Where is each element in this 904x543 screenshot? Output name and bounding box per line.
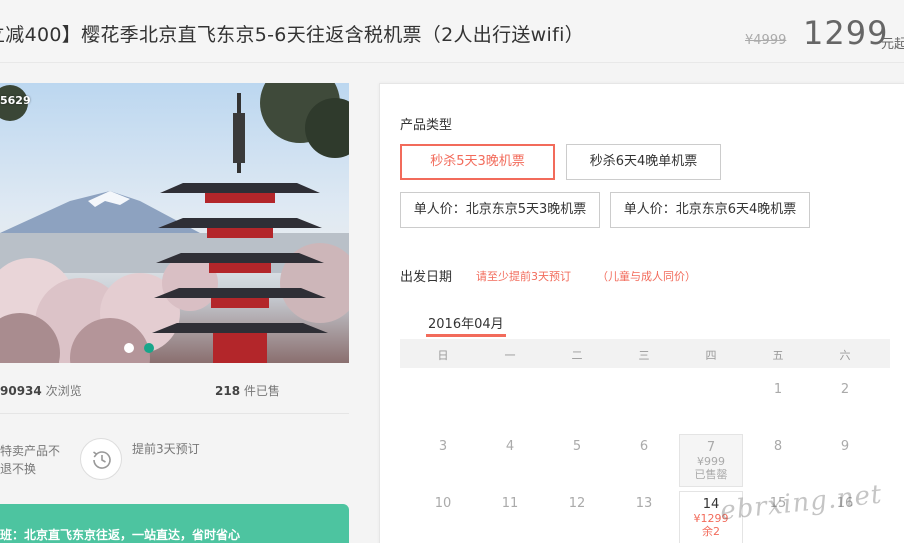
sold-label: 件已售 [243,384,280,398]
original-price: ¥4999 [745,33,787,48]
views-stat: 90934 次浏览 [0,382,82,399]
option-single-5d3n[interactable]: 单人价：北京东京5天3晚机票 [400,192,600,228]
option-single-6d4n[interactable]: 单人价：北京东京6天4晚机票 [610,192,810,228]
product-title: 立减400】樱花季北京直飞东京5-6天往返含税机票（2人出行送wifi） [0,24,584,46]
day-number: 6 [639,439,649,454]
sold-count: 218 [215,384,241,398]
clock-icon-badge [80,438,122,480]
current-price: 1299 [803,14,889,52]
option-flash-6d4n[interactable]: 秒杀6天4晚单机票 [566,144,721,180]
carousel-dot-2-active[interactable] [144,343,154,353]
child-price-notice: （儿童与成人同价） [597,270,696,283]
flight-info-banner: 班：北京直飞东京往返，一站直达，省时省心 [0,504,349,543]
month-tab-underline [426,334,506,337]
advance-notice: 请至少提前3天预订 [476,270,571,283]
weekday-mon: 一 [504,349,516,362]
calendar-day: 1 [746,377,810,430]
calendar-day: 11 [478,491,542,543]
advance-booking-policy: 提前3天预订 [132,442,200,456]
day-status: 已售罄 [694,468,728,481]
pagoda-scene-image [0,83,349,363]
weekday-tue: 二 [571,349,583,362]
calendar-weekday-header: 日 一 二 三 四 五 六 [400,339,890,368]
product-stats: 90934 次浏览 218 件已售 [0,382,349,398]
day-number: 13 [635,496,653,511]
carousel-dot-1[interactable] [124,343,134,353]
day-number: 8 [773,439,783,454]
calendar-day: 5 [545,434,609,487]
price-unit: 元起 [881,37,904,52]
day-price: ¥999 [697,455,725,468]
calendar-day: 8 [746,434,810,487]
image-id-label: 5629 [0,94,31,107]
day-number: 7 [706,440,716,455]
history-clock-icon [93,451,111,469]
no-refund-policy: 特卖产品不退不换 [0,444,61,476]
day-number: 1 [773,382,783,397]
product-image[interactable]: 5629 [0,83,349,363]
views-label: 次浏览 [45,384,82,398]
flight-info-text: 班：北京直飞东京往返，一站直达，省时省心 [0,528,241,542]
calendar-day: 9 [813,434,877,487]
option-flash-5d3n[interactable]: 秒杀5天3晚机票 [400,144,555,180]
calendar-day: 10 [411,491,475,543]
departure-date-label: 出发日期 [400,270,453,285]
day-number: 11 [501,496,519,511]
weekday-sat: 六 [839,349,851,362]
day-number: 10 [434,496,452,511]
calendar-day: 2 [813,377,877,430]
calendar-month-tab[interactable]: 2016年04月 [428,313,504,332]
day-number: 4 [505,439,515,454]
weekday-sun: 日 [437,349,449,362]
product-page: 立减400】樱花季北京直飞东京5-6天往返含税机票（2人出行送wifi） ¥49… [0,0,904,543]
sold-stat: 218 件已售 [215,382,280,399]
divider [0,413,349,414]
day-number: 2 [840,382,850,397]
product-type-label: 产品类型 [400,118,453,133]
weekday-thu: 四 [705,349,717,362]
booking-panel: 产品类型 秒杀5天3晚机票 秒杀6天4晚单机票 单人价：北京东京5天3晚机票 单… [379,83,904,543]
day-number: 5 [572,439,582,454]
views-count: 90934 [0,384,42,398]
day-remaining: 余2 [702,525,720,538]
day-number: 9 [840,439,850,454]
calendar-day: 13 [612,491,676,543]
day-number: 12 [568,496,586,511]
day-number: 3 [438,439,448,454]
weekday-fri: 五 [772,349,784,362]
calendar-day-soldout: 7 ¥999 已售罄 [679,434,743,487]
weekday-wed: 三 [638,349,650,362]
calendar-day: 12 [545,491,609,543]
product-header: 立减400】樱花季北京直飞东京5-6天往返含税机票（2人出行送wifi） ¥49… [0,0,904,63]
calendar-day: 3 [411,434,475,487]
calendar-day: 6 [612,434,676,487]
calendar-day: 4 [478,434,542,487]
